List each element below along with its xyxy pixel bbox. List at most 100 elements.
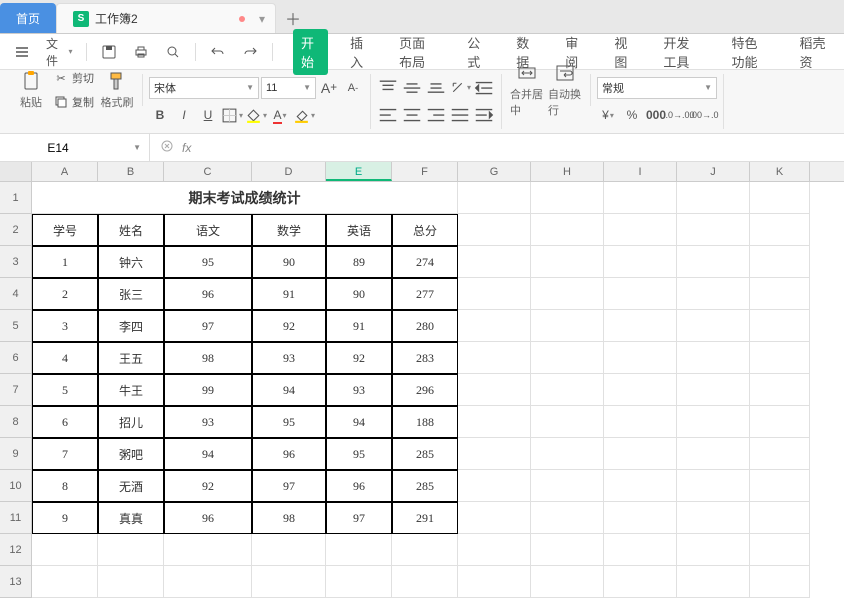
- increase-font-button[interactable]: A+: [318, 77, 340, 99]
- cell-G7[interactable]: [458, 374, 531, 406]
- cell-K10[interactable]: [750, 470, 810, 502]
- cell-C4[interactable]: 96: [164, 278, 252, 310]
- ribbon-tab-formula[interactable]: 公式: [459, 29, 494, 75]
- cell-I5[interactable]: [604, 310, 677, 342]
- cell-B9[interactable]: 粥吧: [98, 438, 164, 470]
- column-header-D[interactable]: D: [252, 162, 326, 181]
- row-header[interactable]: 1: [0, 182, 32, 214]
- cell-I8[interactable]: [604, 406, 677, 438]
- print-preview-button[interactable]: [159, 40, 187, 64]
- cell-E3[interactable]: 89: [326, 246, 392, 278]
- cell-H10[interactable]: [531, 470, 604, 502]
- cell-E4[interactable]: 90: [326, 278, 392, 310]
- cell-A5[interactable]: 3: [32, 310, 98, 342]
- cell-F6[interactable]: 283: [392, 342, 458, 374]
- cell-F7[interactable]: 296: [392, 374, 458, 406]
- column-header-B[interactable]: B: [98, 162, 164, 181]
- cell-A9[interactable]: 7: [32, 438, 98, 470]
- row-header[interactable]: 10: [0, 470, 32, 502]
- cell-K7[interactable]: [750, 374, 810, 406]
- currency-button[interactable]: ¥▾: [597, 104, 619, 126]
- cell-D8[interactable]: 95: [252, 406, 326, 438]
- cell-H8[interactable]: [531, 406, 604, 438]
- cell-C9[interactable]: 94: [164, 438, 252, 470]
- cell-E8[interactable]: 94: [326, 406, 392, 438]
- fontcolor-button[interactable]: A▾: [269, 104, 291, 126]
- formatpainter-button[interactable]: 格式刷: [98, 68, 136, 112]
- cell-D5[interactable]: 92: [252, 310, 326, 342]
- cell-D6[interactable]: 93: [252, 342, 326, 374]
- cell-K8[interactable]: [750, 406, 810, 438]
- highlight-button[interactable]: ▾: [293, 104, 315, 126]
- cell-G4[interactable]: [458, 278, 531, 310]
- ribbon-tab-insert[interactable]: 插入: [342, 29, 377, 75]
- cell-F9[interactable]: 285: [392, 438, 458, 470]
- column-header-E[interactable]: E: [326, 162, 392, 181]
- cell-H6[interactable]: [531, 342, 604, 374]
- cell-F11[interactable]: 291: [392, 502, 458, 534]
- cell-B10[interactable]: 无酒: [98, 470, 164, 502]
- cell-I11[interactable]: [604, 502, 677, 534]
- cell-A8[interactable]: 6: [32, 406, 98, 438]
- cell-H2[interactable]: [531, 214, 604, 246]
- cell-H7[interactable]: [531, 374, 604, 406]
- cell-H3[interactable]: [531, 246, 604, 278]
- spreadsheet-grid[interactable]: ABCDEFGHIJK 1期末考试成绩统计2学号姓名语文数学英语总分31钟六95…: [0, 162, 844, 613]
- cell-B8[interactable]: 招儿: [98, 406, 164, 438]
- cell-H1[interactable]: [531, 182, 604, 214]
- cell-J9[interactable]: [677, 438, 750, 470]
- cell-K2[interactable]: [750, 214, 810, 246]
- cell-F10[interactable]: 285: [392, 470, 458, 502]
- cell-G10[interactable]: [458, 470, 531, 502]
- cell-C8[interactable]: 93: [164, 406, 252, 438]
- file-menu[interactable]: 文件▾: [40, 31, 78, 73]
- cell-D13[interactable]: [252, 566, 326, 598]
- column-header-C[interactable]: C: [164, 162, 252, 181]
- row-header[interactable]: 4: [0, 278, 32, 310]
- cell-D11[interactable]: 98: [252, 502, 326, 534]
- cell-G2[interactable]: [458, 214, 531, 246]
- row-header[interactable]: 12: [0, 534, 32, 566]
- cell-F12[interactable]: [392, 534, 458, 566]
- cell-C3[interactable]: 95: [164, 246, 252, 278]
- cell-C10[interactable]: 92: [164, 470, 252, 502]
- cell-I4[interactable]: [604, 278, 677, 310]
- cell-E12[interactable]: [326, 534, 392, 566]
- name-box-input[interactable]: [8, 141, 108, 155]
- cell-J3[interactable]: [677, 246, 750, 278]
- cell-C12[interactable]: [164, 534, 252, 566]
- cell-I3[interactable]: [604, 246, 677, 278]
- font-size-combo[interactable]: 11▼: [261, 77, 316, 99]
- cell-A3[interactable]: 1: [32, 246, 98, 278]
- row-header[interactable]: 3: [0, 246, 32, 278]
- justify-button[interactable]: [449, 104, 471, 126]
- cell-C11[interactable]: 96: [164, 502, 252, 534]
- cell-I6[interactable]: [604, 342, 677, 374]
- cell-B6[interactable]: 王五: [98, 342, 164, 374]
- print-button[interactable]: [127, 40, 155, 64]
- column-header-G[interactable]: G: [458, 162, 531, 181]
- cell-A7[interactable]: 5: [32, 374, 98, 406]
- cell-C6[interactable]: 98: [164, 342, 252, 374]
- column-header-J[interactable]: J: [677, 162, 750, 181]
- column-header-F[interactable]: F: [392, 162, 458, 181]
- chevron-down-icon[interactable]: ▼: [133, 143, 141, 152]
- cell-D10[interactable]: 97: [252, 470, 326, 502]
- cell-I7[interactable]: [604, 374, 677, 406]
- cell-K9[interactable]: [750, 438, 810, 470]
- column-header-A[interactable]: A: [32, 162, 98, 181]
- cut-button[interactable]: ✂剪切: [50, 68, 98, 88]
- cell-K6[interactable]: [750, 342, 810, 374]
- align-top-button[interactable]: [377, 77, 399, 99]
- cell-A11[interactable]: 9: [32, 502, 98, 534]
- cell-J4[interactable]: [677, 278, 750, 310]
- cell-B2[interactable]: 姓名: [98, 214, 164, 246]
- cell-H13[interactable]: [531, 566, 604, 598]
- cell-A2[interactable]: 学号: [32, 214, 98, 246]
- cell-K13[interactable]: [750, 566, 810, 598]
- comma-button[interactable]: 000: [645, 104, 667, 126]
- tab-dropdown-icon[interactable]: ▾: [259, 12, 265, 26]
- align-left-button[interactable]: [377, 104, 399, 126]
- cell-I13[interactable]: [604, 566, 677, 598]
- cell-F4[interactable]: 277: [392, 278, 458, 310]
